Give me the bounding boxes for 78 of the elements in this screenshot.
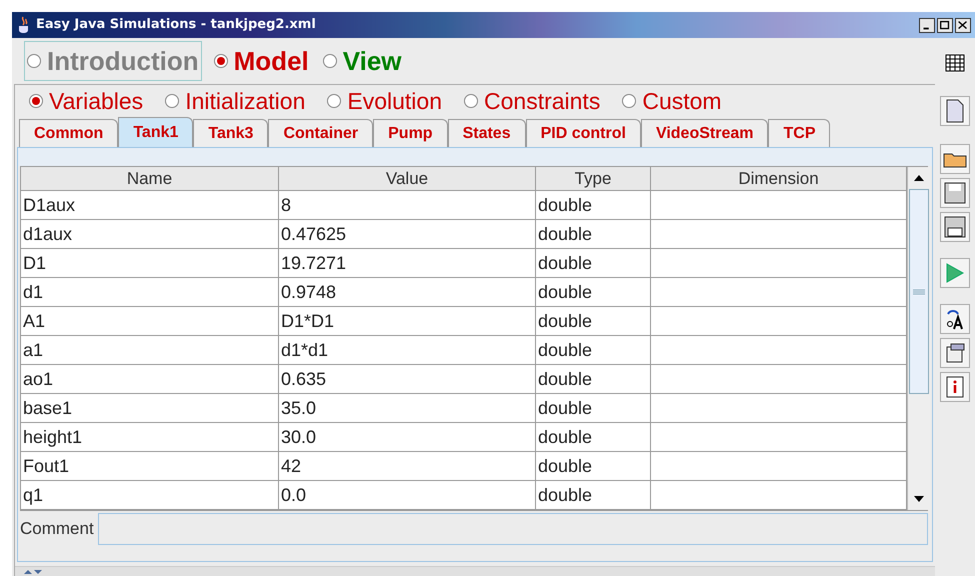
maximize-button[interactable] xyxy=(937,18,953,32)
radio-button[interactable] xyxy=(214,54,228,68)
tab[interactable]: Tank3 xyxy=(193,119,268,147)
tab[interactable]: PID control xyxy=(526,119,641,147)
scroll-thumb[interactable] xyxy=(909,189,929,394)
save-as-icon[interactable] xyxy=(940,212,970,242)
radio-button[interactable] xyxy=(622,94,636,108)
run-icon[interactable] xyxy=(940,258,970,288)
section-label[interactable]: Custom xyxy=(642,87,722,115)
split-handle[interactable] xyxy=(15,566,935,576)
table-cell: double xyxy=(538,456,592,476)
radio-button[interactable] xyxy=(29,94,43,108)
table-cell: d1 xyxy=(23,282,44,302)
table-cell: height1 xyxy=(23,427,82,447)
table-cell: double xyxy=(538,340,592,360)
new-file-icon[interactable] xyxy=(940,96,970,126)
table-cell: D1*D1 xyxy=(281,311,334,331)
table-cell: A1 xyxy=(23,311,46,331)
radio-button[interactable] xyxy=(27,54,41,68)
table-cell: d1aux xyxy=(23,224,72,244)
table-cell: 30.0 xyxy=(281,427,316,447)
mode-label[interactable]: Model xyxy=(234,43,309,79)
font-size-icon[interactable] xyxy=(940,304,970,334)
scrollbar[interactable] xyxy=(907,167,930,510)
table-cell: 0.47625 xyxy=(281,224,346,244)
comment-field[interactable] xyxy=(98,513,928,545)
radio-button[interactable] xyxy=(327,94,342,108)
table-cell: double xyxy=(538,398,592,418)
section-label[interactable]: Constraints xyxy=(484,87,600,115)
table-cell: double xyxy=(538,485,592,505)
table-cell: double xyxy=(538,427,592,447)
tab[interactable]: Pump xyxy=(373,119,448,147)
table-cell: double xyxy=(538,253,592,273)
close-button[interactable] xyxy=(955,18,971,32)
table-cell: double xyxy=(538,369,592,389)
table-cell: 35.0 xyxy=(281,398,316,418)
table-cell: D1 xyxy=(23,253,46,273)
column-header[interactable]: Name xyxy=(21,167,279,190)
column-header[interactable]: Type xyxy=(536,167,651,190)
minimize-button[interactable] xyxy=(919,18,935,32)
table-cell: d1*d1 xyxy=(281,340,328,360)
table-cell: 0.0 xyxy=(281,485,306,505)
grid-icon[interactable] xyxy=(945,54,965,72)
table-cell: 0.9748 xyxy=(281,282,336,302)
section-label[interactable]: Initialization xyxy=(185,87,306,115)
table-cell: double xyxy=(538,282,592,302)
tab[interactable]: States xyxy=(448,119,526,147)
table-cell: 0.635 xyxy=(281,369,326,389)
folder-icon[interactable] xyxy=(940,144,970,174)
table-cell: 8 xyxy=(281,195,292,215)
radio-button[interactable] xyxy=(165,94,180,108)
info-icon[interactable] xyxy=(940,372,970,402)
table-cell: q1 xyxy=(23,485,44,505)
table-cell: D1aux xyxy=(23,195,76,215)
table-cell: double xyxy=(538,195,592,215)
table-cell: 42 xyxy=(281,456,302,476)
mode-label[interactable]: View xyxy=(342,43,402,79)
tab[interactable]: TCP xyxy=(768,119,830,147)
properties-icon[interactable] xyxy=(940,338,970,368)
table-cell: Fout1 xyxy=(23,456,70,476)
table-cell: a1 xyxy=(23,340,44,360)
table-cell: double xyxy=(538,224,592,244)
save-icon[interactable] xyxy=(940,178,970,208)
table-cell: base1 xyxy=(23,398,72,418)
table-cell: 19.7271 xyxy=(281,253,346,273)
radio-button[interactable] xyxy=(322,54,337,68)
tab[interactable]: VideoStream xyxy=(640,119,768,147)
tab[interactable]: Common xyxy=(19,119,118,147)
section-label[interactable]: Variables xyxy=(49,87,144,115)
table-cell: ao1 xyxy=(23,369,54,389)
column-header[interactable]: Value xyxy=(279,167,536,190)
tab[interactable]: Tank1 xyxy=(118,117,194,147)
section-label[interactable]: Evolution xyxy=(347,87,442,115)
table-cell: double xyxy=(538,311,592,331)
radio-button[interactable] xyxy=(464,94,478,108)
window-title: Easy Java Simulations - tankjpeg2.xml xyxy=(36,16,316,34)
comment-label: Comment xyxy=(20,518,94,540)
tab[interactable]: Container xyxy=(268,119,374,147)
